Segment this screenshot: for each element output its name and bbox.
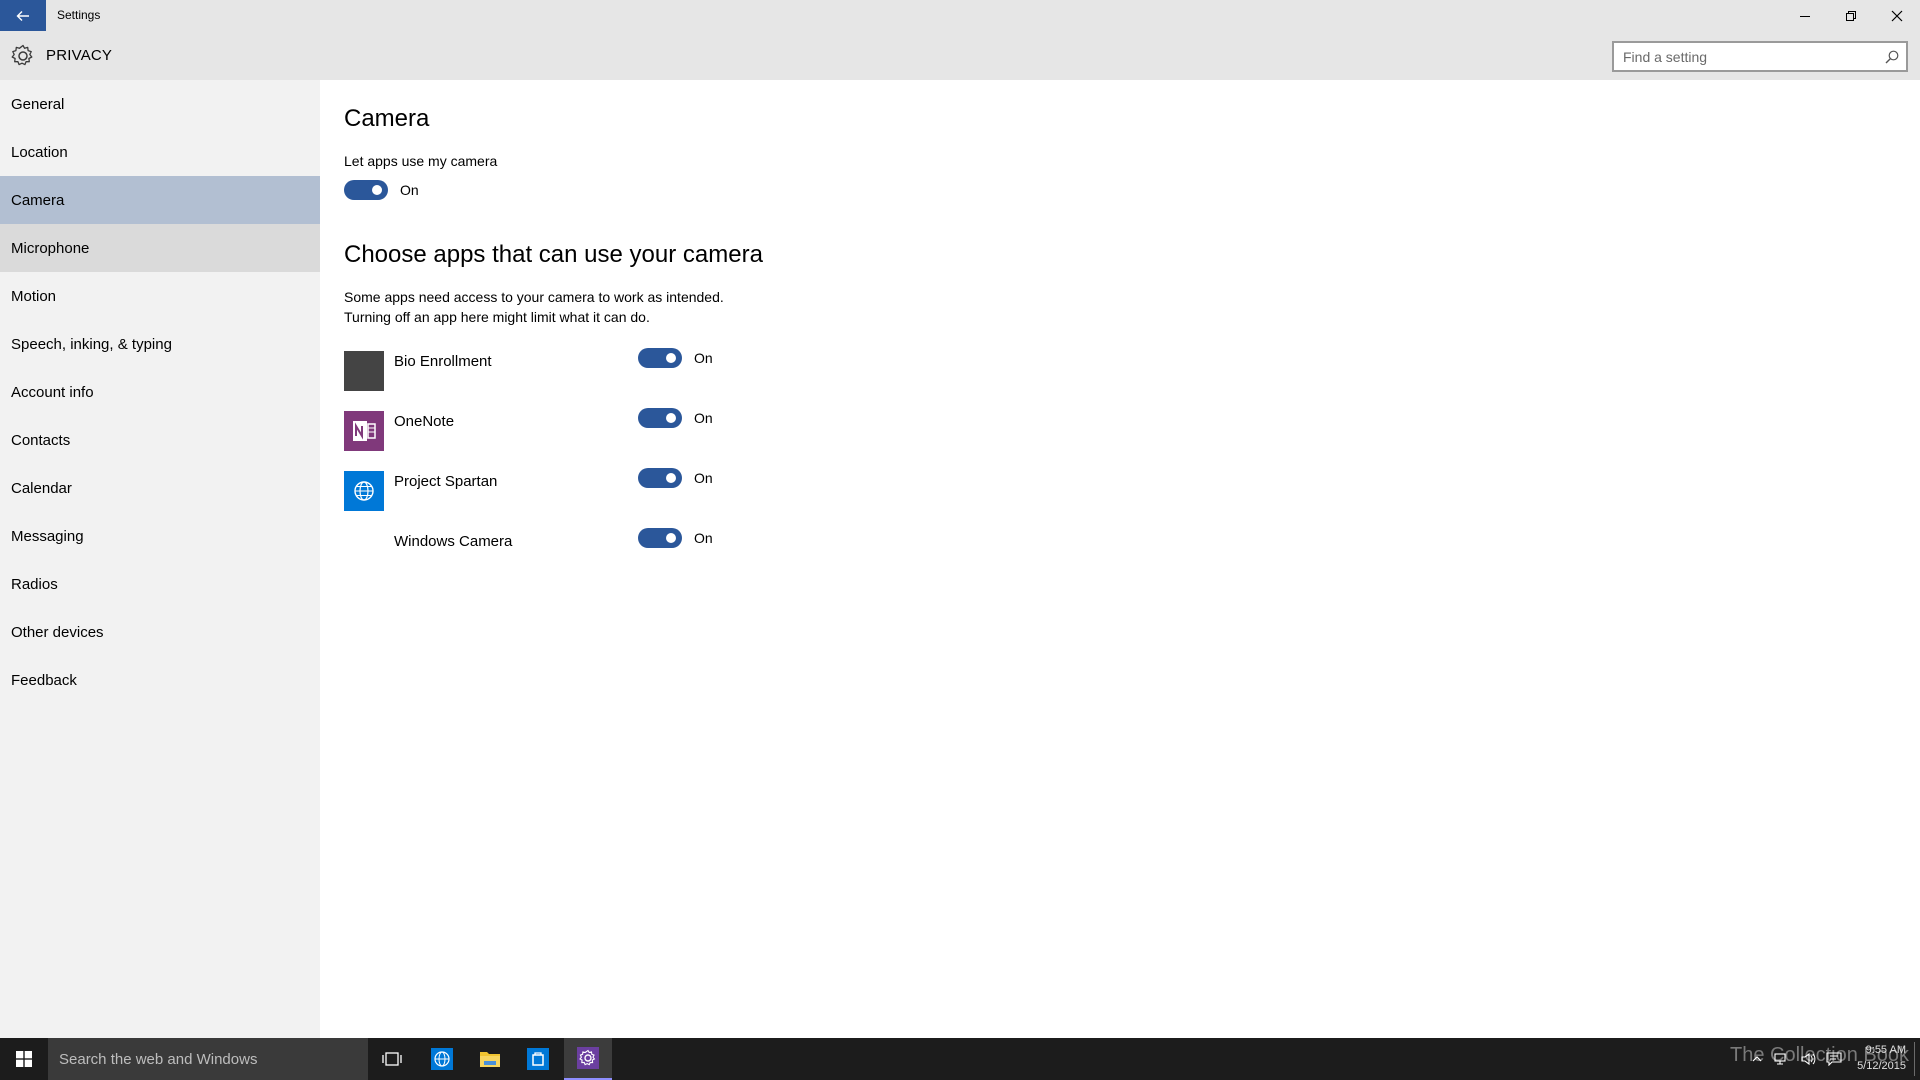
sidebar-item-camera[interactable]: Camera: [0, 176, 320, 224]
sidebar-item-contacts[interactable]: Contacts: [0, 416, 320, 464]
taskbar-settings-button[interactable]: [564, 1038, 612, 1080]
app-name-windows-camera: Windows Camera: [394, 533, 513, 550]
master-toggle-state: On: [400, 182, 419, 198]
minimize-icon: [1800, 15, 1810, 17]
restore-icon: [1846, 10, 1856, 21]
sidebar-item-feedback[interactable]: Feedback: [0, 656, 320, 704]
taskbar-store-button[interactable]: [514, 1038, 562, 1080]
taskbar-file-explorer-button[interactable]: [466, 1038, 514, 1080]
gear-icon: [577, 1047, 599, 1069]
sidebar-item-location[interactable]: Location: [0, 128, 320, 176]
message-icon: [1826, 1052, 1842, 1066]
close-button[interactable]: [1874, 0, 1920, 31]
tray-volume-button[interactable]: [1796, 1038, 1820, 1080]
toggle-knob: [666, 473, 676, 483]
taskbar-search-text: Search the web and Windows: [59, 1051, 258, 1068]
toggle-knob: [666, 533, 676, 543]
sidebar-item-microphone[interactable]: Microphone: [0, 224, 320, 272]
sidebar-item-calendar[interactable]: Calendar: [0, 464, 320, 512]
app-name-project-spartan: Project Spartan: [394, 473, 498, 490]
window-title: Settings: [57, 8, 101, 22]
project-spartan-toggle[interactable]: [638, 468, 682, 488]
title-bar: Settings: [0, 0, 1920, 31]
onenote-state: On: [694, 410, 713, 426]
settings-header: PRIVACY: [0, 31, 1920, 80]
sidebar-item-account-info[interactable]: Account info: [0, 368, 320, 416]
store-icon: [527, 1048, 549, 1070]
find-setting-box[interactable]: [1612, 41, 1908, 72]
globe-icon: [431, 1048, 453, 1070]
taskbar: Search the web and Windows The Collectio…: [0, 1038, 1920, 1080]
back-button[interactable]: [0, 0, 46, 31]
tray-overflow-button[interactable]: [1746, 1038, 1768, 1080]
toggle-knob: [666, 413, 676, 423]
windows-camera-toggle[interactable]: [638, 528, 682, 548]
close-icon: [1891, 10, 1903, 21]
sidebar: General Location Camera Microphone Motio…: [0, 80, 320, 1038]
project-spartan-state: On: [694, 470, 713, 486]
bio-enrollment-icon: [344, 351, 384, 391]
main-content: Camera Let apps use my camera On Choose …: [320, 80, 1920, 1038]
taskbar-search[interactable]: Search the web and Windows: [48, 1038, 368, 1080]
gear-icon: [11, 44, 33, 66]
folder-icon: [480, 1052, 500, 1067]
onenote-icon: [344, 411, 384, 451]
master-toggle-label: Let apps use my camera: [344, 153, 498, 169]
globe-logo-icon: [354, 481, 374, 501]
windows-logo-icon: [16, 1051, 32, 1067]
windows-camera-state: On: [694, 530, 713, 546]
globe-icon: [344, 471, 384, 511]
show-desktop-button[interactable]: [1914, 1042, 1915, 1076]
bio-enrollment-state: On: [694, 350, 713, 366]
clock-date[interactable]: 5/12/2015: [1850, 1060, 1906, 1072]
find-setting-input[interactable]: [1614, 43, 1874, 70]
task-view-icon: [382, 1052, 402, 1066]
chevron-up-icon: [1752, 1056, 1762, 1062]
bio-enrollment-toggle[interactable]: [638, 348, 682, 368]
start-button[interactable]: [0, 1038, 48, 1080]
onenote-toggle[interactable]: [638, 408, 682, 428]
app-name-onenote: OneNote: [394, 413, 455, 430]
sidebar-item-motion[interactable]: Motion: [0, 272, 320, 320]
search-icon[interactable]: [1884, 49, 1900, 65]
sidebar-item-speech[interactable]: Speech, inking, & typing: [0, 320, 320, 368]
tray-action-center-button[interactable]: [1822, 1038, 1846, 1080]
sidebar-item-general[interactable]: General: [0, 80, 320, 128]
apps-description-line2: Turning off an app here might limit what…: [344, 309, 650, 325]
sidebar-item-messaging[interactable]: Messaging: [0, 512, 320, 560]
task-view-button[interactable]: [368, 1038, 416, 1080]
network-icon: [1774, 1053, 1786, 1065]
sidebar-item-other-devices[interactable]: Other devices: [0, 608, 320, 656]
clock-time[interactable]: 9:55 AM: [1850, 1044, 1906, 1056]
back-arrow-icon: [16, 10, 29, 21]
master-camera-toggle[interactable]: [344, 180, 388, 200]
volume-icon: [1801, 1052, 1816, 1066]
sidebar-item-radios[interactable]: Radios: [0, 560, 320, 608]
restore-button[interactable]: [1828, 0, 1874, 31]
toggle-knob: [372, 185, 382, 195]
app-name-bio-enrollment: Bio Enrollment: [394, 353, 492, 370]
onenote-logo-icon: [353, 421, 376, 441]
tray-network-button[interactable]: [1770, 1038, 1794, 1080]
taskbar-browser-button[interactable]: [418, 1038, 466, 1080]
toggle-knob: [666, 353, 676, 363]
apps-heading: Choose apps that can use your camera: [344, 241, 763, 268]
minimize-button[interactable]: [1782, 0, 1828, 31]
page-title: Camera: [344, 105, 430, 132]
apps-description-line1: Some apps need access to your camera to …: [344, 289, 724, 305]
section-title: PRIVACY: [46, 47, 113, 64]
